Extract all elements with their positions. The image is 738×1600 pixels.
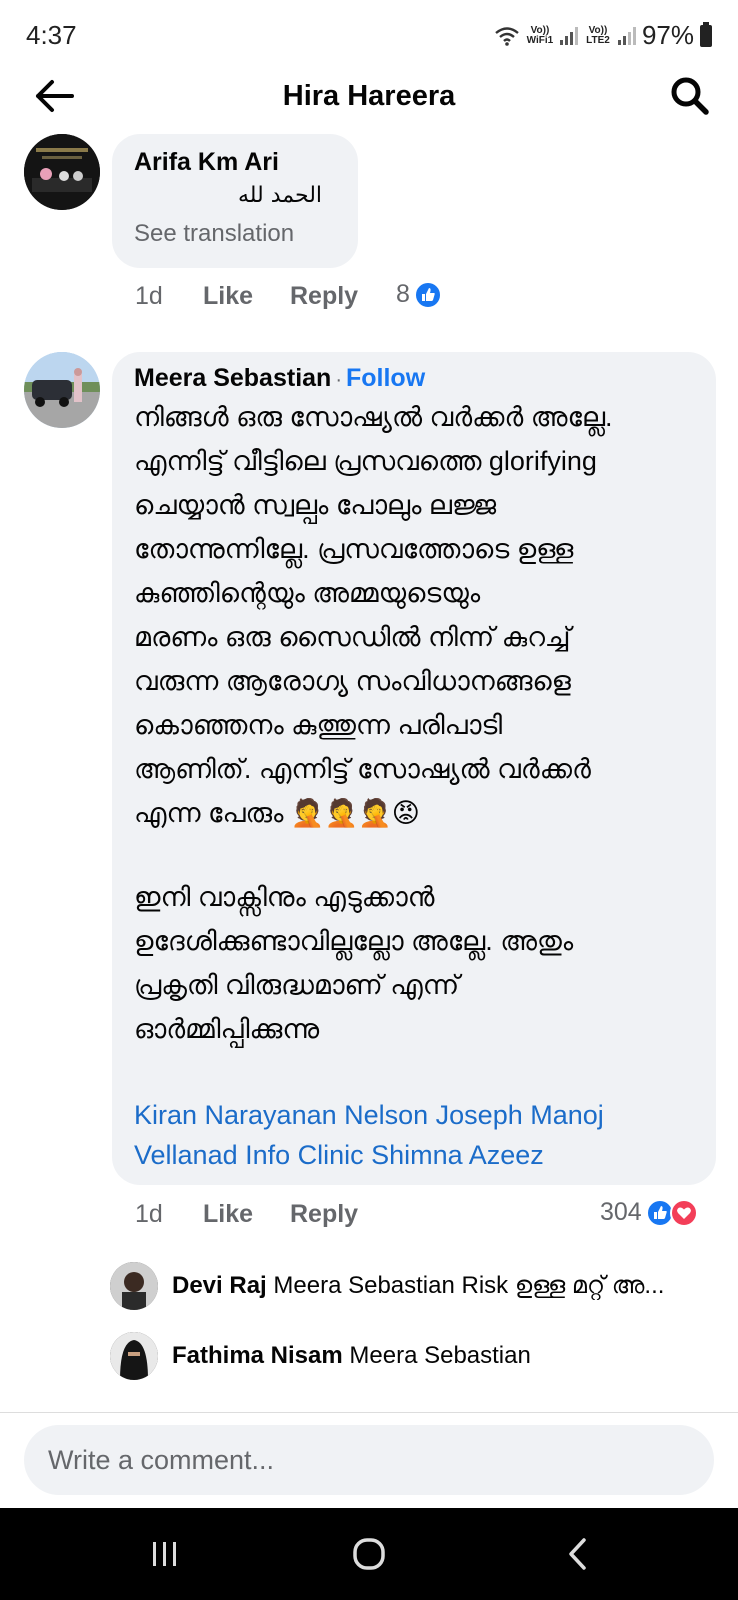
reply-button[interactable]: Reply bbox=[290, 282, 358, 311]
tagged-people: Kiran Narayanan Nelson Joseph Manoj Vell… bbox=[134, 1095, 694, 1175]
like-button[interactable]: Like bbox=[203, 1200, 253, 1229]
comment-line: മരണം ഒരു സൈഡിൽ നിന്ന് കുറച്ച് bbox=[134, 622, 571, 652]
chevron-left-icon bbox=[569, 1538, 586, 1570]
search-button[interactable] bbox=[666, 72, 714, 120]
comment-input[interactable]: Write a comment... bbox=[24, 1425, 714, 1495]
tag-link[interactable]: Vellanad Info Clinic Shimna Azeez bbox=[134, 1135, 694, 1175]
app-header: Hira Hareera bbox=[0, 70, 738, 122]
status-time: 4:37 bbox=[26, 20, 77, 50]
battery-percent: 97% bbox=[641, 20, 694, 50]
comment-time: 1d bbox=[135, 1200, 163, 1228]
comment-bubble[interactable]: Arifa Km Ari الحمد لله See translation bbox=[112, 134, 358, 268]
home-button[interactable] bbox=[339, 1528, 399, 1580]
comment-time: 1d bbox=[135, 282, 163, 310]
like-button[interactable]: Like bbox=[203, 282, 253, 311]
comment-line: ആണിത്. എന്നിട്ട് സോഷ്യൽ വർക്കർ bbox=[134, 754, 591, 784]
avatar[interactable] bbox=[24, 352, 100, 428]
recent-apps-button[interactable] bbox=[135, 1528, 195, 1580]
signal-2-icon bbox=[617, 26, 636, 45]
wifi-label: Vo)) WiFi1 bbox=[526, 24, 554, 46]
avatar[interactable] bbox=[24, 134, 100, 210]
signal-1-icon bbox=[559, 26, 578, 45]
comment-composer-bar: Write a comment... bbox=[0, 1412, 738, 1508]
comment-author[interactable]: Meera Sebastian bbox=[134, 364, 331, 393]
comment-line: എന്നിട്ട് വീട്ടിലെ പ്രസവത്തെ glorifying bbox=[134, 446, 597, 476]
system-nav-bar bbox=[0, 1508, 738, 1600]
comment-author[interactable]: Arifa Km Ari bbox=[134, 148, 336, 177]
comment-line: പ്രകൃതി വിരുദ്ധമാണ് എന്ന് bbox=[134, 970, 460, 1000]
reply-snippet: Meera Sebastian Risk ഉള്ള മറ്റ് അ... bbox=[273, 1272, 665, 1299]
comment-text: നിങ്ങൾ ഒരു സോഷ്യൽ വർക്കർ അല്ലേ. എന്നിട്ട… bbox=[134, 395, 694, 835]
reply-snippet: Meera Sebastian bbox=[349, 1342, 531, 1369]
comment-line: ഓർമ്മിപ്പിക്കുന്നു bbox=[134, 1014, 320, 1044]
reply-preview[interactable]: Fathima Nisam Meera Sebastian bbox=[110, 1332, 710, 1380]
comment-line: വരുന്ന ആരോഗ്യ സംവിധാനങ്ങളെ bbox=[134, 666, 571, 696]
nav-back-button[interactable] bbox=[548, 1528, 608, 1580]
recent-apps-icon bbox=[153, 1542, 176, 1566]
comment-line: ഉദേശിക്കുണ്ടാവില്ലല്ലോ അല്ലേ. അതും bbox=[134, 926, 574, 956]
search-icon bbox=[671, 77, 709, 115]
home-icon bbox=[353, 1538, 385, 1570]
reply-text: Fathima Nisam Meera Sebastian bbox=[172, 1342, 531, 1370]
reply-author[interactable]: Devi Raj bbox=[172, 1272, 267, 1299]
comment-text: ഇനി വാക്സിനും എടുക്കാൻ ഉദേശിക്കുണ്ടാവില്… bbox=[134, 875, 694, 1051]
page-title: Hira Hareera bbox=[282, 80, 456, 112]
avatar[interactable] bbox=[110, 1332, 158, 1380]
like-reaction-icon bbox=[413, 280, 442, 309]
comment-line: നിങ്ങൾ ഒരു സോഷ്യൽ വർക്കർ അല്ലേ. bbox=[134, 402, 613, 432]
comment-line: കൊഞ്ഞനം കുത്തുന്ന പരിപാടി bbox=[134, 710, 503, 740]
follow-button[interactable]: Follow bbox=[346, 364, 425, 393]
reply-preview[interactable]: Devi Raj Meera Sebastian Risk ഉള്ള മറ്റ്… bbox=[110, 1262, 710, 1310]
reaction-summary[interactable]: 304 bbox=[600, 1198, 698, 1227]
comment-line: കുഞ്ഞിന്റെയും അമ്മയുടെയും bbox=[134, 578, 481, 608]
tag-link[interactable]: Kiran Narayanan Nelson Joseph Manoj bbox=[134, 1095, 694, 1135]
wifi-icon bbox=[495, 26, 519, 46]
avatar[interactable] bbox=[110, 1262, 158, 1310]
status-icons: Vo)) WiFi1 Vo)) LTE2 97% bbox=[494, 20, 712, 51]
reaction-count: 304 bbox=[600, 1198, 642, 1226]
comment-line: എന്ന പേരും 🤦🤦🤦😡 bbox=[134, 798, 420, 828]
comment-bubble[interactable]: Meera Sebastian · Follow നിങ്ങൾ ഒരു സോഷ്… bbox=[112, 352, 716, 1185]
status-bar: 4:37 Vo)) WiFi1 Vo)) LTE2 97% bbox=[0, 0, 738, 70]
comment-line: തോന്നുന്നില്ലേ. പ്രസവത്തോടെ ഉള്ള bbox=[134, 534, 574, 564]
reaction-summary[interactable]: 8 bbox=[396, 280, 442, 309]
reaction-count: 8 bbox=[396, 280, 410, 308]
follow-separator: · bbox=[335, 369, 342, 391]
comment-line: ചെയ്യാൻ സ്വല്പം പോലും ലജ്ജ bbox=[134, 490, 497, 520]
battery-icon bbox=[700, 21, 712, 47]
reply-text: Devi Raj Meera Sebastian Risk ഉള്ള മറ്റ്… bbox=[172, 1272, 664, 1300]
comment-text: الحمد لله bbox=[237, 183, 323, 208]
reply-button[interactable]: Reply bbox=[290, 1200, 358, 1229]
see-translation-link[interactable]: See translation bbox=[134, 220, 336, 248]
love-reaction-icon bbox=[669, 1198, 698, 1227]
comment-line: ഇനി വാക്സിനും എടുക്കാൻ bbox=[134, 882, 435, 912]
reply-author[interactable]: Fathima Nisam bbox=[172, 1342, 343, 1369]
lte-label: Vo)) LTE2 bbox=[586, 24, 610, 46]
